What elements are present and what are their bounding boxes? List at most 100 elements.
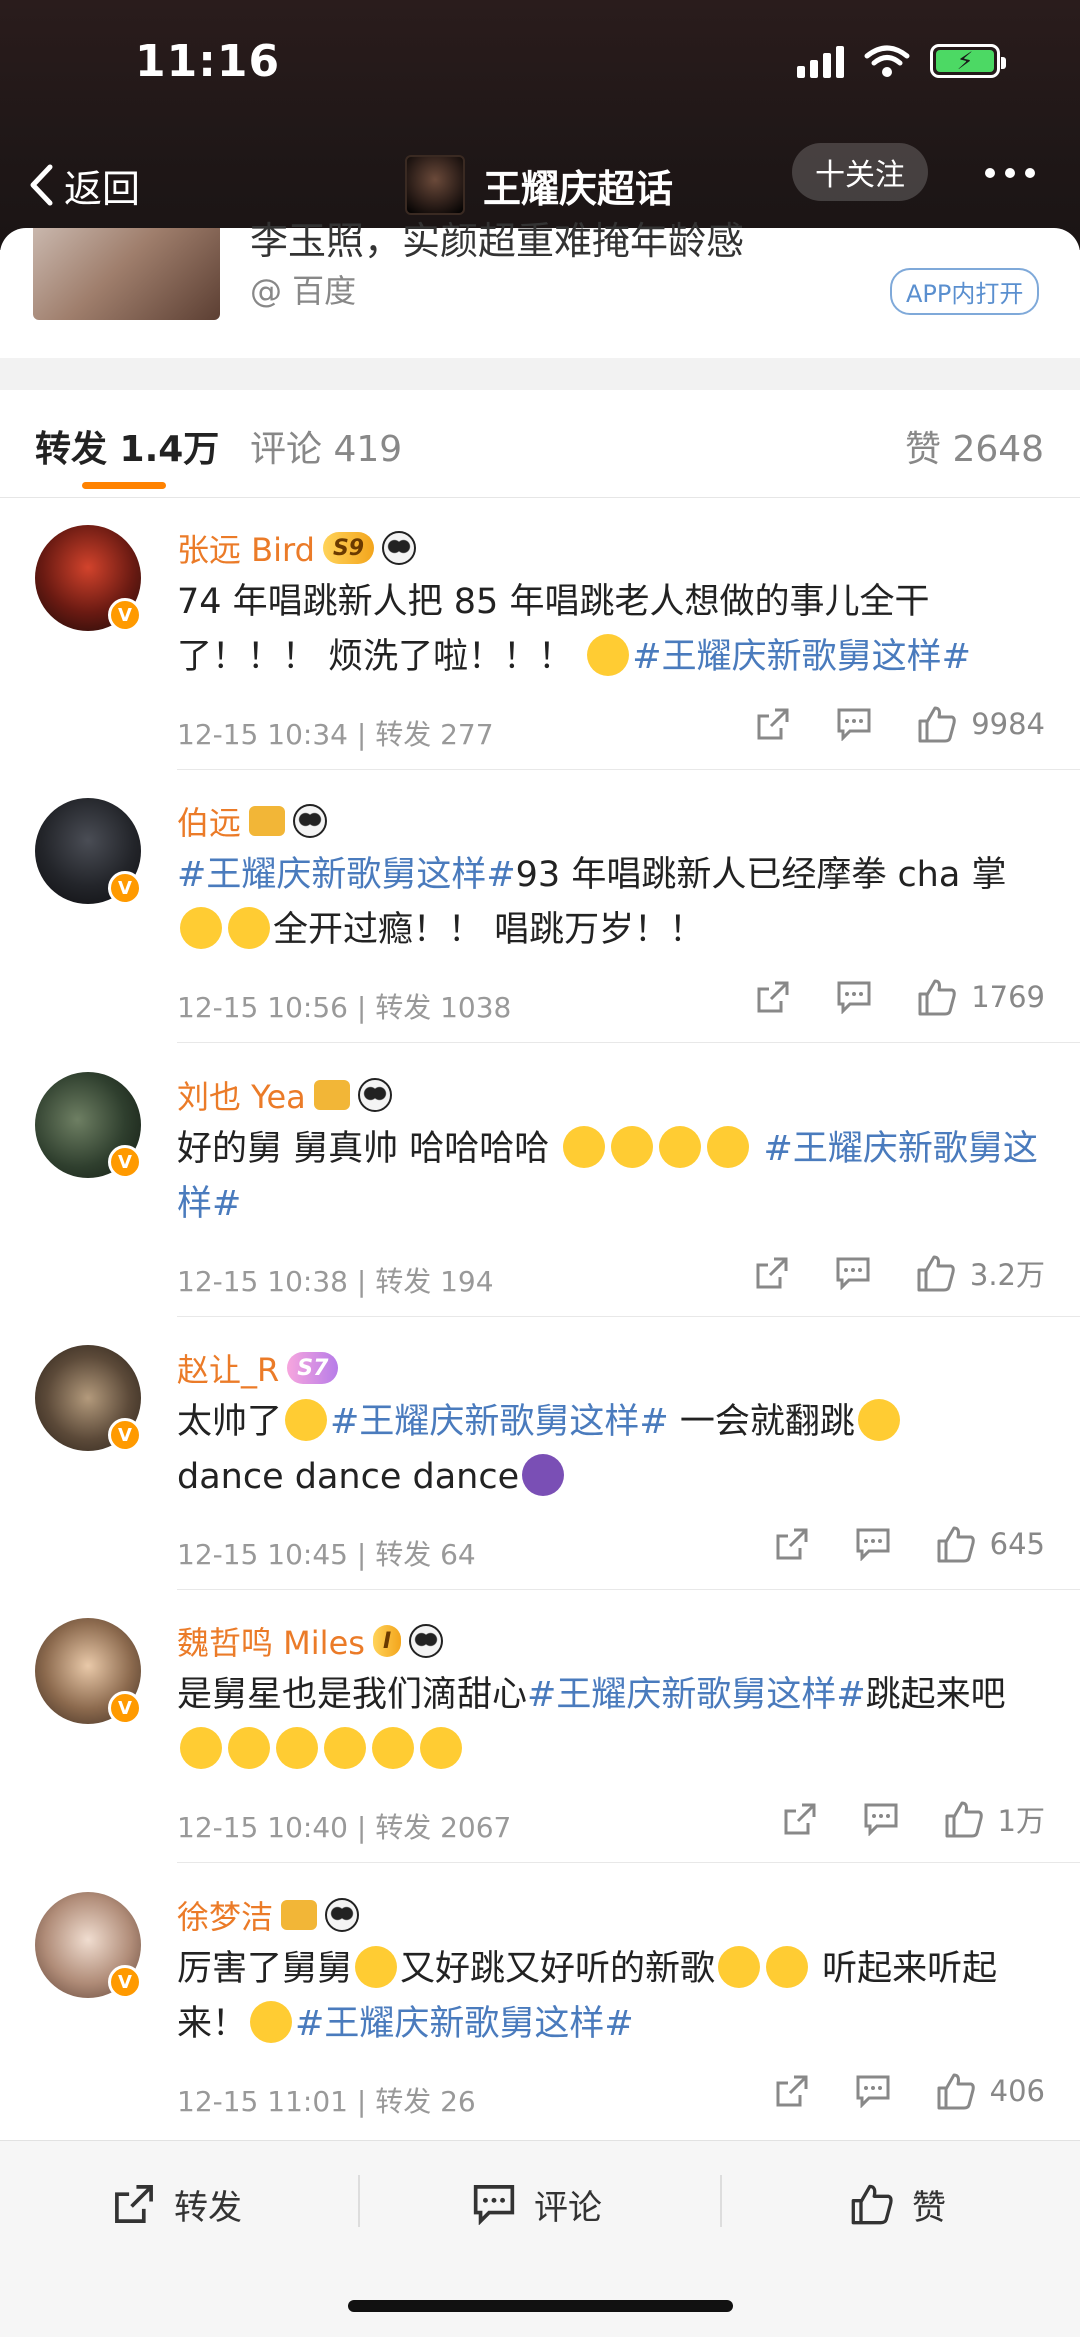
- divider: [177, 769, 1080, 770]
- article-card[interactable]: 李玉照，实颜超重难掩年龄感 @ 百度 APP内打开: [0, 219, 1080, 358]
- party-emoji-icon: [228, 1727, 270, 1769]
- divider: [358, 2175, 360, 2227]
- divider: [177, 1042, 1080, 1043]
- panda-icon: [382, 531, 417, 565]
- share-icon[interactable]: [774, 1526, 810, 1562]
- divider: [177, 1316, 1080, 1317]
- level-badge: I: [372, 1625, 402, 1657]
- laugh-emoji-icon: [611, 1126, 654, 1168]
- username[interactable]: 伯远: [177, 798, 328, 844]
- comment-icon[interactable]: [836, 707, 872, 741]
- repost-button[interactable]: 转发: [112, 2179, 242, 2229]
- comment-icon[interactable]: [836, 980, 872, 1014]
- hashtag-link[interactable]: #王耀庆新歌舅这样#: [632, 637, 971, 677]
- like-button[interactable]: 406: [936, 2072, 1045, 2110]
- comment-button[interactable]: 评论: [472, 2179, 602, 2229]
- topic-avatar: [405, 155, 465, 215]
- comment-icon[interactable]: [863, 1802, 899, 1836]
- party-emoji-icon: [420, 1727, 462, 1769]
- comment-meta: 12-15 10:45 | 转发 64: [177, 1538, 476, 1571]
- username[interactable]: 魏哲鸣 Miles I: [177, 1618, 444, 1664]
- thumbs-up-icon: [918, 706, 956, 743]
- laugh-emoji-icon: [355, 1946, 398, 1988]
- comment-meta: 12-15 10:34 | 转发 277: [177, 718, 494, 751]
- grin-emoji-icon: [563, 1126, 606, 1168]
- sunglasses-emoji-icon: [228, 907, 270, 949]
- list-item: V 伯远 #王耀庆新歌舅这样#93 年唱跳新人已经摩拳 cha 掌 全开过瘾！！…: [0, 778, 1080, 1043]
- panda-icon: [325, 1898, 360, 1932]
- surprised-emoji-icon: [659, 1126, 702, 1168]
- crown-icon: [313, 1080, 350, 1110]
- thumbs-up-icon: [851, 2184, 893, 2225]
- hashtag-link[interactable]: #王耀庆新歌舅这样#: [177, 855, 516, 895]
- like-button[interactable]: 645: [936, 1525, 1045, 1563]
- like-button[interactable]: 1万: [944, 1798, 1045, 1840]
- username[interactable]: 赵让_R S7: [177, 1345, 339, 1391]
- tab-active-indicator: [82, 482, 166, 489]
- status-icons: ⚡: [797, 44, 1006, 78]
- username[interactable]: 徐梦洁: [177, 1892, 360, 1938]
- comment-text: 好的舅 舅真帅 哈哈哈哈 #王耀庆新歌舅这样#: [177, 1122, 1057, 1232]
- panda-icon: [293, 804, 328, 838]
- share-icon[interactable]: [782, 1801, 818, 1837]
- section-gap: [0, 358, 1080, 390]
- comment-actions: 1万: [782, 1798, 1045, 1840]
- victory-emoji-icon: [180, 907, 222, 949]
- tab-comments[interactable]: 评论 419: [250, 420, 402, 472]
- divider: [177, 1862, 1080, 1863]
- tab-likes[interactable]: 赞 2648: [905, 420, 1044, 472]
- comment-text: 是舅星也是我们滴甜心#王耀庆新歌舅这样#跳起来吧: [177, 1668, 1057, 1778]
- back-button[interactable]: 返回: [28, 140, 140, 230]
- tab-bar: 转发 1.4万 评论 419 赞 2648: [0, 390, 1080, 498]
- app-open-button[interactable]: APP内打开: [890, 268, 1040, 315]
- hashtag-link[interactable]: #王耀庆新歌舅这样#: [330, 1402, 669, 1442]
- party-emoji-icon: [276, 1727, 318, 1769]
- share-icon: [115, 2185, 153, 2223]
- page: 11:16 ⚡ 返回 王耀庆超话 十关注 李玉照，实颜超重难掩年龄感 @ 百度 …: [0, 0, 1080, 2337]
- thumbs-up-icon: [937, 2073, 975, 2110]
- like-button[interactable]: 3.2万: [916, 1252, 1045, 1294]
- wifi-icon: [864, 45, 910, 77]
- verified-badge: V: [108, 871, 142, 905]
- like-button[interactable]: 赞: [850, 2179, 946, 2229]
- comment-icon: [473, 2185, 515, 2225]
- verified-badge: V: [108, 1145, 142, 1179]
- home-indicator: [348, 2300, 733, 2312]
- share-icon[interactable]: [774, 2073, 810, 2109]
- comment-text: 厉害了舅舅 又好跳又好听的新歌 听起来听起来！ #王耀庆新歌舅这样#: [177, 1942, 1057, 2052]
- hashtag-link[interactable]: #王耀庆新歌舅这样#: [295, 2004, 634, 2044]
- list-item: V 张远 Bird S9 74 年唱跳新人把 85 年唱跳老人想做的事儿全干了！…: [0, 505, 1080, 770]
- chevron-left-icon: [30, 164, 53, 206]
- username[interactable]: 张远 Bird S9: [177, 525, 417, 571]
- comment-actions: 9984: [755, 705, 1045, 743]
- thumbs-up-icon: [945, 1801, 983, 1838]
- comment-icon[interactable]: [855, 1527, 891, 1561]
- comment-actions: 3.2万: [754, 1252, 1045, 1294]
- comment-icon[interactable]: [835, 1256, 871, 1290]
- divider: [720, 2175, 722, 2227]
- follow-button[interactable]: 十关注: [792, 143, 928, 201]
- hashtag-link[interactable]: #王耀庆新歌舅这样#: [527, 1675, 866, 1715]
- crown-icon: [249, 806, 286, 836]
- username[interactable]: 刘也 Yea: [177, 1072, 392, 1118]
- verified-badge: V: [108, 1691, 142, 1725]
- share-icon[interactable]: [754, 1255, 790, 1291]
- comment-actions: 645: [774, 1525, 1045, 1563]
- party-emoji-icon: [707, 1126, 750, 1168]
- like-button[interactable]: 1769: [917, 978, 1045, 1016]
- comment-text: 太帅了 #王耀庆新歌舅这样# 一会就翻跳 dance dance dance: [177, 1395, 1057, 1505]
- share-icon[interactable]: [755, 979, 791, 1015]
- like-button[interactable]: 9984: [917, 705, 1045, 743]
- tab-repost[interactable]: 转发 1.4万: [35, 420, 219, 472]
- more-icon[interactable]: [985, 140, 1035, 205]
- dancer-emoji-icon: [522, 1454, 565, 1496]
- panda-icon: [409, 1624, 444, 1658]
- doge-emoji-icon: [285, 1399, 328, 1441]
- list-item: V 魏哲鸣 Miles I 是舅星也是我们滴甜心#王耀庆新歌舅这样#跳起来吧 1…: [0, 1598, 1080, 1863]
- divider: [177, 1589, 1080, 1590]
- comment-actions: 406: [774, 2072, 1045, 2110]
- comment-meta: 12-15 11:01 | 转发 26: [177, 2085, 476, 2118]
- share-icon[interactable]: [755, 706, 791, 742]
- level-badge: S9: [322, 532, 375, 564]
- comment-icon[interactable]: [855, 2074, 891, 2108]
